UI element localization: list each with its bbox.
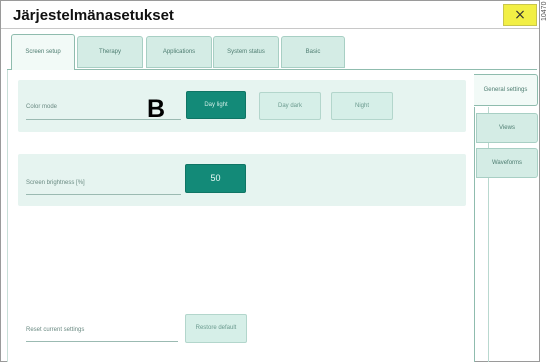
close-button[interactable]: × (503, 4, 537, 26)
tab-label: Basic (305, 48, 321, 55)
color-mode-label: Color mode (26, 104, 58, 110)
side-tab-general-settings[interactable]: General settings (474, 74, 538, 106)
settings-panel: Color mode Day light Day dark Night Scre… (7, 70, 474, 362)
button-label: Day dark (277, 102, 302, 109)
tab-label: System status (227, 48, 265, 55)
button-label: Night (354, 102, 369, 109)
brightness-value: 50 (210, 173, 221, 183)
settings-window: Järjestelmänasetukset × Screen setup The… (0, 0, 540, 362)
tab-therapy[interactable]: Therapy (77, 36, 143, 68)
screen-brightness-label: Screen brightness [%] (26, 180, 85, 186)
tab-applications[interactable]: Applications (146, 36, 212, 68)
figure-code: 10470 (541, 2, 548, 22)
tab-label: Therapy (98, 48, 121, 55)
side-tab-bar: General settings Views Waveforms (474, 70, 539, 362)
tab-label: Screen setup (25, 49, 61, 55)
side-tab-label: Views (499, 124, 515, 131)
tab-system-status[interactable]: System status (213, 36, 279, 68)
color-mode-row: Color mode Day light Day dark Night (18, 80, 466, 132)
screen-brightness-value-button[interactable]: 50 (185, 164, 246, 193)
main-tab-bar: Screen setup Therapy Applications System… (7, 34, 537, 70)
title-bar: Järjestelmänasetukset × (1, 1, 539, 29)
side-tab-divider (474, 107, 475, 362)
button-label: Day light (204, 101, 228, 108)
screen-brightness-underline (26, 194, 181, 195)
night-button[interactable]: Night (331, 92, 393, 120)
restore-default-button[interactable]: Restore default (185, 314, 247, 343)
side-tab-waveforms[interactable]: Waveforms (476, 148, 538, 178)
side-tab-label: Waveforms (491, 159, 523, 166)
day-light-button[interactable]: Day light (186, 91, 246, 119)
window-title: Järjestelmänasetukset (13, 7, 174, 24)
close-icon: × (514, 7, 526, 23)
reset-settings-underline (26, 341, 178, 342)
tab-screen-setup[interactable]: Screen setup (11, 34, 75, 70)
side-tab-views[interactable]: Views (476, 113, 538, 143)
tab-label: Applications (162, 48, 196, 55)
reset-settings-label: Reset current settings (26, 327, 85, 333)
callout-marker-b: B (147, 95, 166, 123)
tab-basic[interactable]: Basic (281, 36, 345, 68)
day-dark-button[interactable]: Day dark (259, 92, 321, 120)
side-tab-label: General settings (483, 86, 528, 93)
side-tab-rail (488, 107, 489, 362)
screen-brightness-row: Screen brightness [%] 50 (18, 154, 466, 206)
button-label: Restore default (195, 325, 237, 331)
